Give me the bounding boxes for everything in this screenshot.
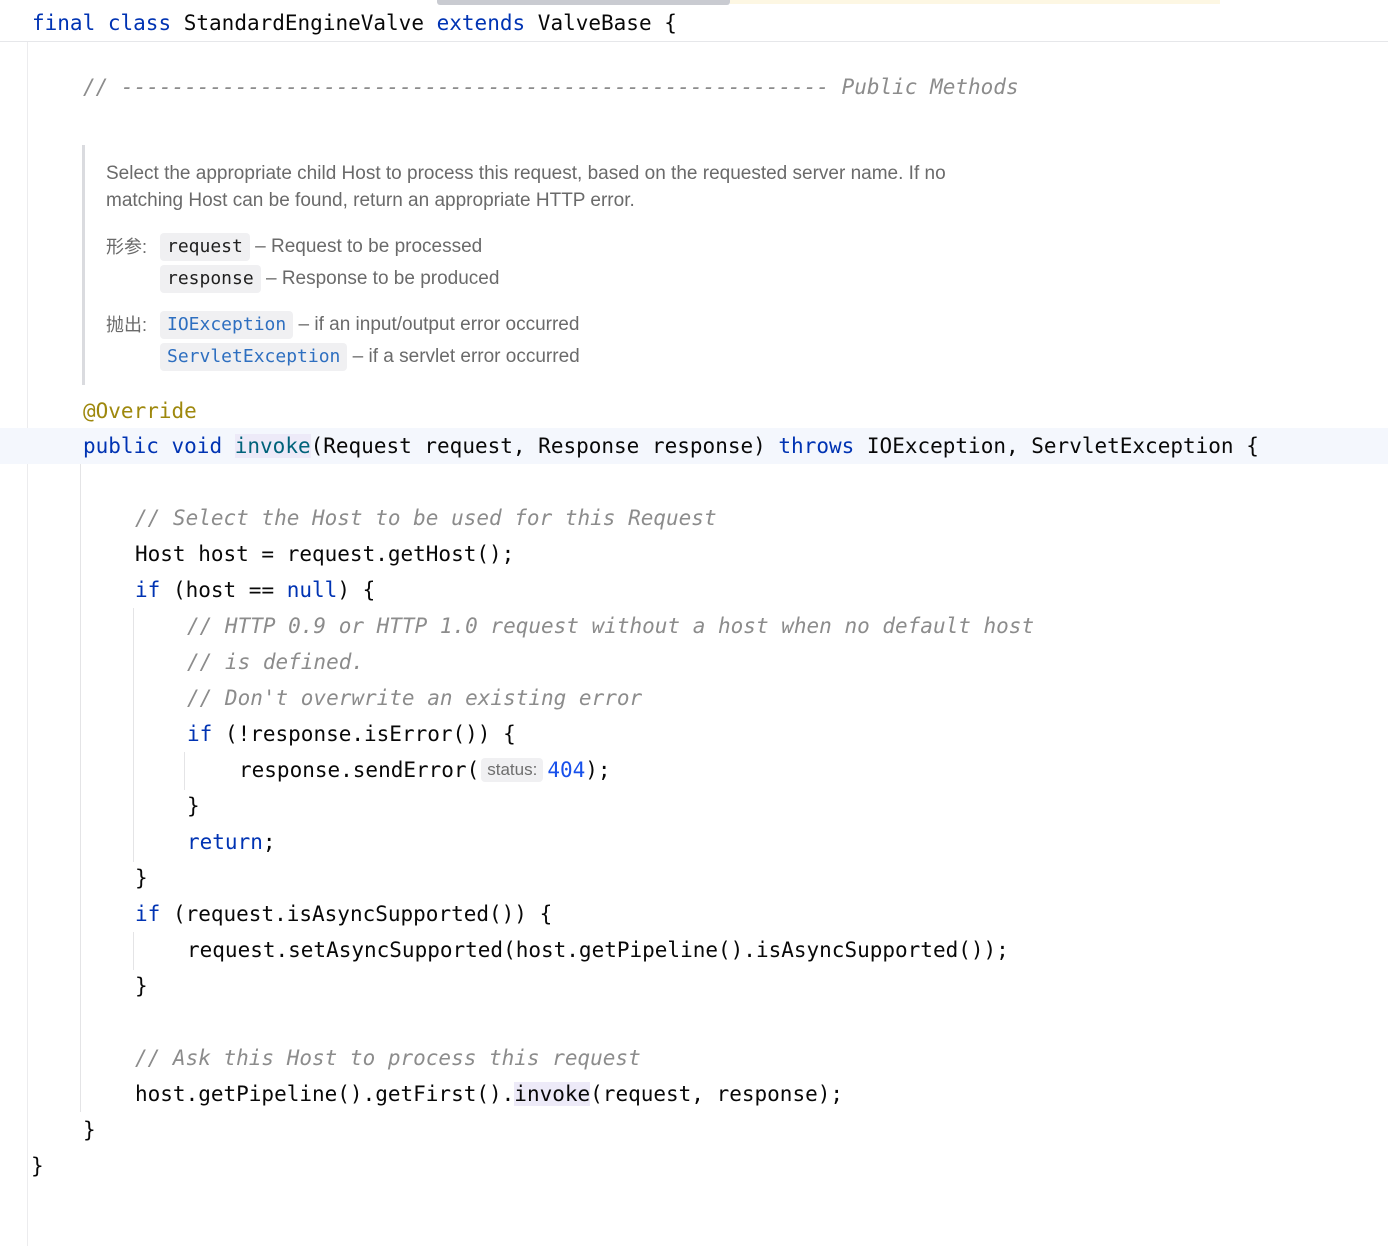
indent-guide-if-async [133,932,134,970]
if-response-error: if (!response.isError()) { [187,719,516,749]
keyword-public: public [83,434,159,458]
invoke-usage-highlight[interactable]: invoke [514,1082,591,1106]
close-brace-if-host: } [135,866,148,890]
close-brace-method: } [83,1118,96,1142]
if-host-close: ) { [337,578,376,602]
keyword-if: if [135,578,161,602]
class-declaration: final class StandardEngineValve extends … [32,8,677,38]
indent-guide-if-host [133,608,134,862]
rendered-javadoc[interactable]: Select the appropriate child Host to pro… [82,145,1063,385]
return-line: return; [187,827,276,857]
parent-class[interactable]: ValveBase [538,11,652,35]
pipeline-invoke-line: host.getPipeline().getFirst().invoke(req… [135,1079,843,1109]
return-semicolon: ; [262,830,276,854]
indent-guide-if-error [184,752,185,790]
method-name-invoke[interactable]: invoke [234,434,311,458]
close-brace-if-async: } [135,974,148,998]
close-brace-class: } [31,1154,44,1178]
comment-http-1: // HTTP 0.9 or HTTP 1.0 request without … [187,614,1035,638]
param-response-desc: – Response to be produced [265,268,500,289]
throws-label: 抛出: [106,315,148,335]
param-request-desc: – Request to be processed [255,236,483,257]
servletexception-desc: – if a servlet error occurred [352,346,580,367]
servletexception-link[interactable]: ServletException [160,343,348,371]
keyword-return: return [187,830,263,854]
override-annotation: @Override [83,399,197,423]
keyword-if: if [187,722,213,746]
pipeline-call: host.getPipeline().getFirst(). [135,1082,515,1106]
method-params: (Request request, Response response) [310,434,779,458]
send-error-line: response.sendError(status: 404); [239,755,611,785]
ioexception-link[interactable]: IOException [160,311,294,339]
set-async-line: request.setAsyncSupported(host.getPipeli… [187,938,1009,962]
param-response-chip: response [160,265,261,293]
keyword-class: class [107,11,172,35]
if-async-supported: if (request.isAsyncSupported()) { [135,899,552,929]
indent-guide-method [80,464,81,1112]
keyword-final: final [32,11,96,35]
keyword-if: if [135,902,161,926]
parameter-hint-status: status: [481,758,544,782]
close-brace-if-error: } [187,794,200,818]
keyword-extends: extends [436,11,526,35]
comment-http-3: // Don't overwrite an existing error [187,686,643,710]
comment-select-host: // Select the Host to be used for this R… [135,506,717,530]
if-error-condition: (!response.isError()) { [212,722,516,746]
send-error-end: ); [585,758,611,782]
params-label: 形参: [106,237,148,257]
comment-ask-host: // Ask this Host to process this request [135,1046,641,1070]
ioexception-desc: – if an input/output error occurred [298,314,580,335]
sticky-class-header[interactable]: final class StandardEngineValve extends … [0,5,1388,42]
keyword-void: void [171,434,223,458]
pipeline-args: (request, response); [590,1082,844,1106]
method-signature: public void invoke(Request request, Resp… [83,431,1259,461]
status-404: 404 [547,758,586,782]
host-assignment: Host host = request.getHost(); [135,542,515,566]
comment-http-2: // is defined. [187,650,365,674]
top-tint [730,0,1220,4]
section-comment: // -------------------------------------… [83,75,1019,99]
send-error-call: response.sendError( [239,758,480,782]
keyword-throws: throws [778,434,855,458]
keyword-null: null [286,578,338,602]
if-host-null: if (host == null) { [135,575,375,605]
open-brace: { [664,11,677,35]
class-name[interactable]: StandardEngineValve [184,11,424,35]
if-host-condition: (host == [160,578,287,602]
gutter-border [27,42,28,1246]
javadoc-description: Select the appropriate child Host to pro… [106,163,946,211]
param-request-chip: request [160,233,250,261]
method-exceptions: IOException, ServletException { [854,434,1259,458]
if-async-condition: (request.isAsyncSupported()) { [160,902,553,926]
